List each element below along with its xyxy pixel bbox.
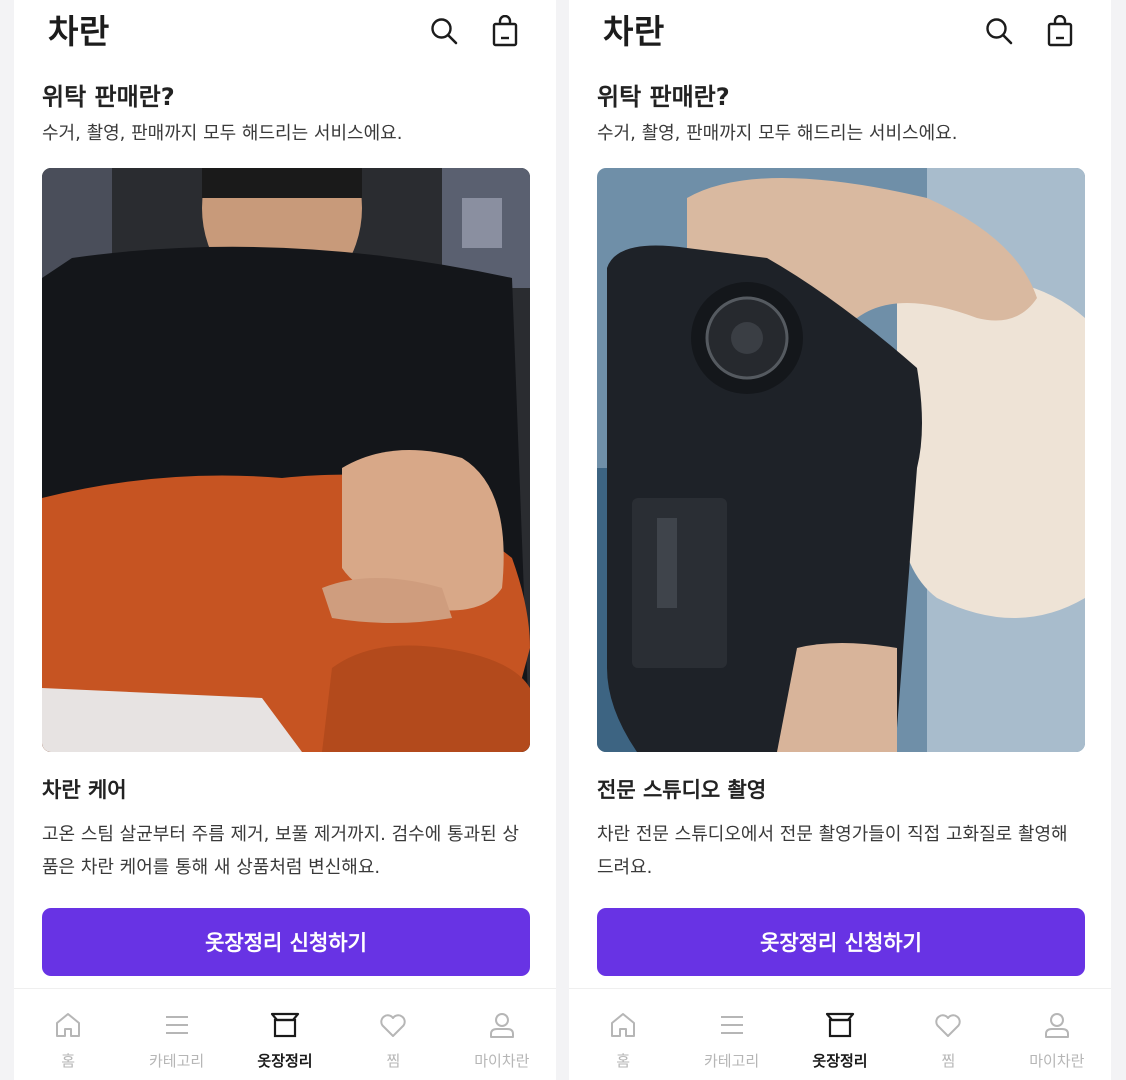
home-icon (52, 1009, 84, 1041)
tab-label: 홈 (616, 1052, 631, 1070)
card-description: 차란 전문 스튜디오에서 전문 촬영가들이 직접 고화질로 촬영해 드려요. (597, 824, 1068, 878)
wardrobe-box-icon (824, 1009, 856, 1041)
tab-my-charan[interactable]: 마이차란 (1003, 989, 1111, 1080)
page-title: 위탁 판매란? (42, 83, 175, 111)
tab-home[interactable]: 홈 (569, 989, 677, 1080)
tab-label: 마이차란 (474, 1052, 530, 1070)
app-logo[interactable]: 차란 (603, 12, 665, 52)
search-icon[interactable] (427, 14, 461, 48)
card-description: 고온 스팀 살균부터 주름 제거, 보풀 제거까지. 검수에 통과된 상품은 차… (42, 824, 519, 878)
card-title: 전문 스튜디오 촬영 (597, 778, 767, 802)
tab-closet-cleanup[interactable]: 옷장정리 (231, 989, 339, 1080)
tab-label: 찜 (941, 1052, 956, 1070)
studio-photo (597, 168, 1085, 752)
tab-wishlist[interactable]: 찜 (339, 989, 447, 1080)
tab-label: 옷장정리 (812, 1052, 868, 1070)
screen-studio: 차란 위탁 판매란? 수거, 촬영, 판매까지 모두 해드리는 서비스에요. 전… (569, 0, 1111, 1080)
tab-label: 마이차란 (1029, 1052, 1085, 1070)
app-logo[interactable]: 차란 (48, 12, 110, 52)
user-icon (1041, 1009, 1073, 1041)
bottom-tab-bar: 홈 카테고리 옷장정리 찜 마이차란 (14, 988, 556, 1080)
care-photo (42, 168, 530, 752)
menu-icon (716, 1009, 748, 1041)
tab-category[interactable]: 카테고리 (122, 989, 230, 1080)
page-title: 위탁 판매란? (597, 83, 730, 111)
heart-icon (932, 1009, 964, 1041)
heart-icon (377, 1009, 409, 1041)
tab-label: 옷장정리 (257, 1052, 313, 1070)
tab-label: 카테고리 (149, 1052, 205, 1070)
tab-closet-cleanup[interactable]: 옷장정리 (786, 989, 894, 1080)
page-subtitle: 수거, 촬영, 판매까지 모두 해드리는 서비스에요. (42, 123, 403, 144)
app-header: 차란 (14, 0, 556, 64)
page-subtitle: 수거, 촬영, 판매까지 모두 해드리는 서비스에요. (597, 123, 958, 144)
shopping-bag-icon[interactable] (1043, 14, 1077, 48)
tab-my-charan[interactable]: 마이차란 (448, 989, 556, 1080)
user-icon (486, 1009, 518, 1041)
home-icon (607, 1009, 639, 1041)
tab-category[interactable]: 카테고리 (677, 989, 785, 1080)
wardrobe-box-icon (269, 1009, 301, 1041)
search-icon[interactable] (982, 14, 1016, 48)
card-title: 차란 케어 (42, 778, 127, 802)
app-header: 차란 (569, 0, 1111, 64)
menu-icon (161, 1009, 193, 1041)
bottom-tab-bar: 홈 카테고리 옷장정리 찜 마이차란 (569, 988, 1111, 1080)
tab-label: 홈 (61, 1052, 76, 1070)
tab-label: 찜 (386, 1052, 401, 1070)
tab-label: 카테고리 (704, 1052, 760, 1070)
shopping-bag-icon[interactable] (488, 14, 522, 48)
apply-closet-cleanup-button[interactable]: 옷장정리 신청하기 (42, 908, 530, 976)
screen-care: 차란 위탁 판매란? 수거, 촬영, 판매까지 모두 해드리는 서비스에요. 차… (14, 0, 556, 1080)
apply-closet-cleanup-button[interactable]: 옷장정리 신청하기 (597, 908, 1085, 976)
tab-wishlist[interactable]: 찜 (894, 989, 1002, 1080)
tab-home[interactable]: 홈 (14, 989, 122, 1080)
